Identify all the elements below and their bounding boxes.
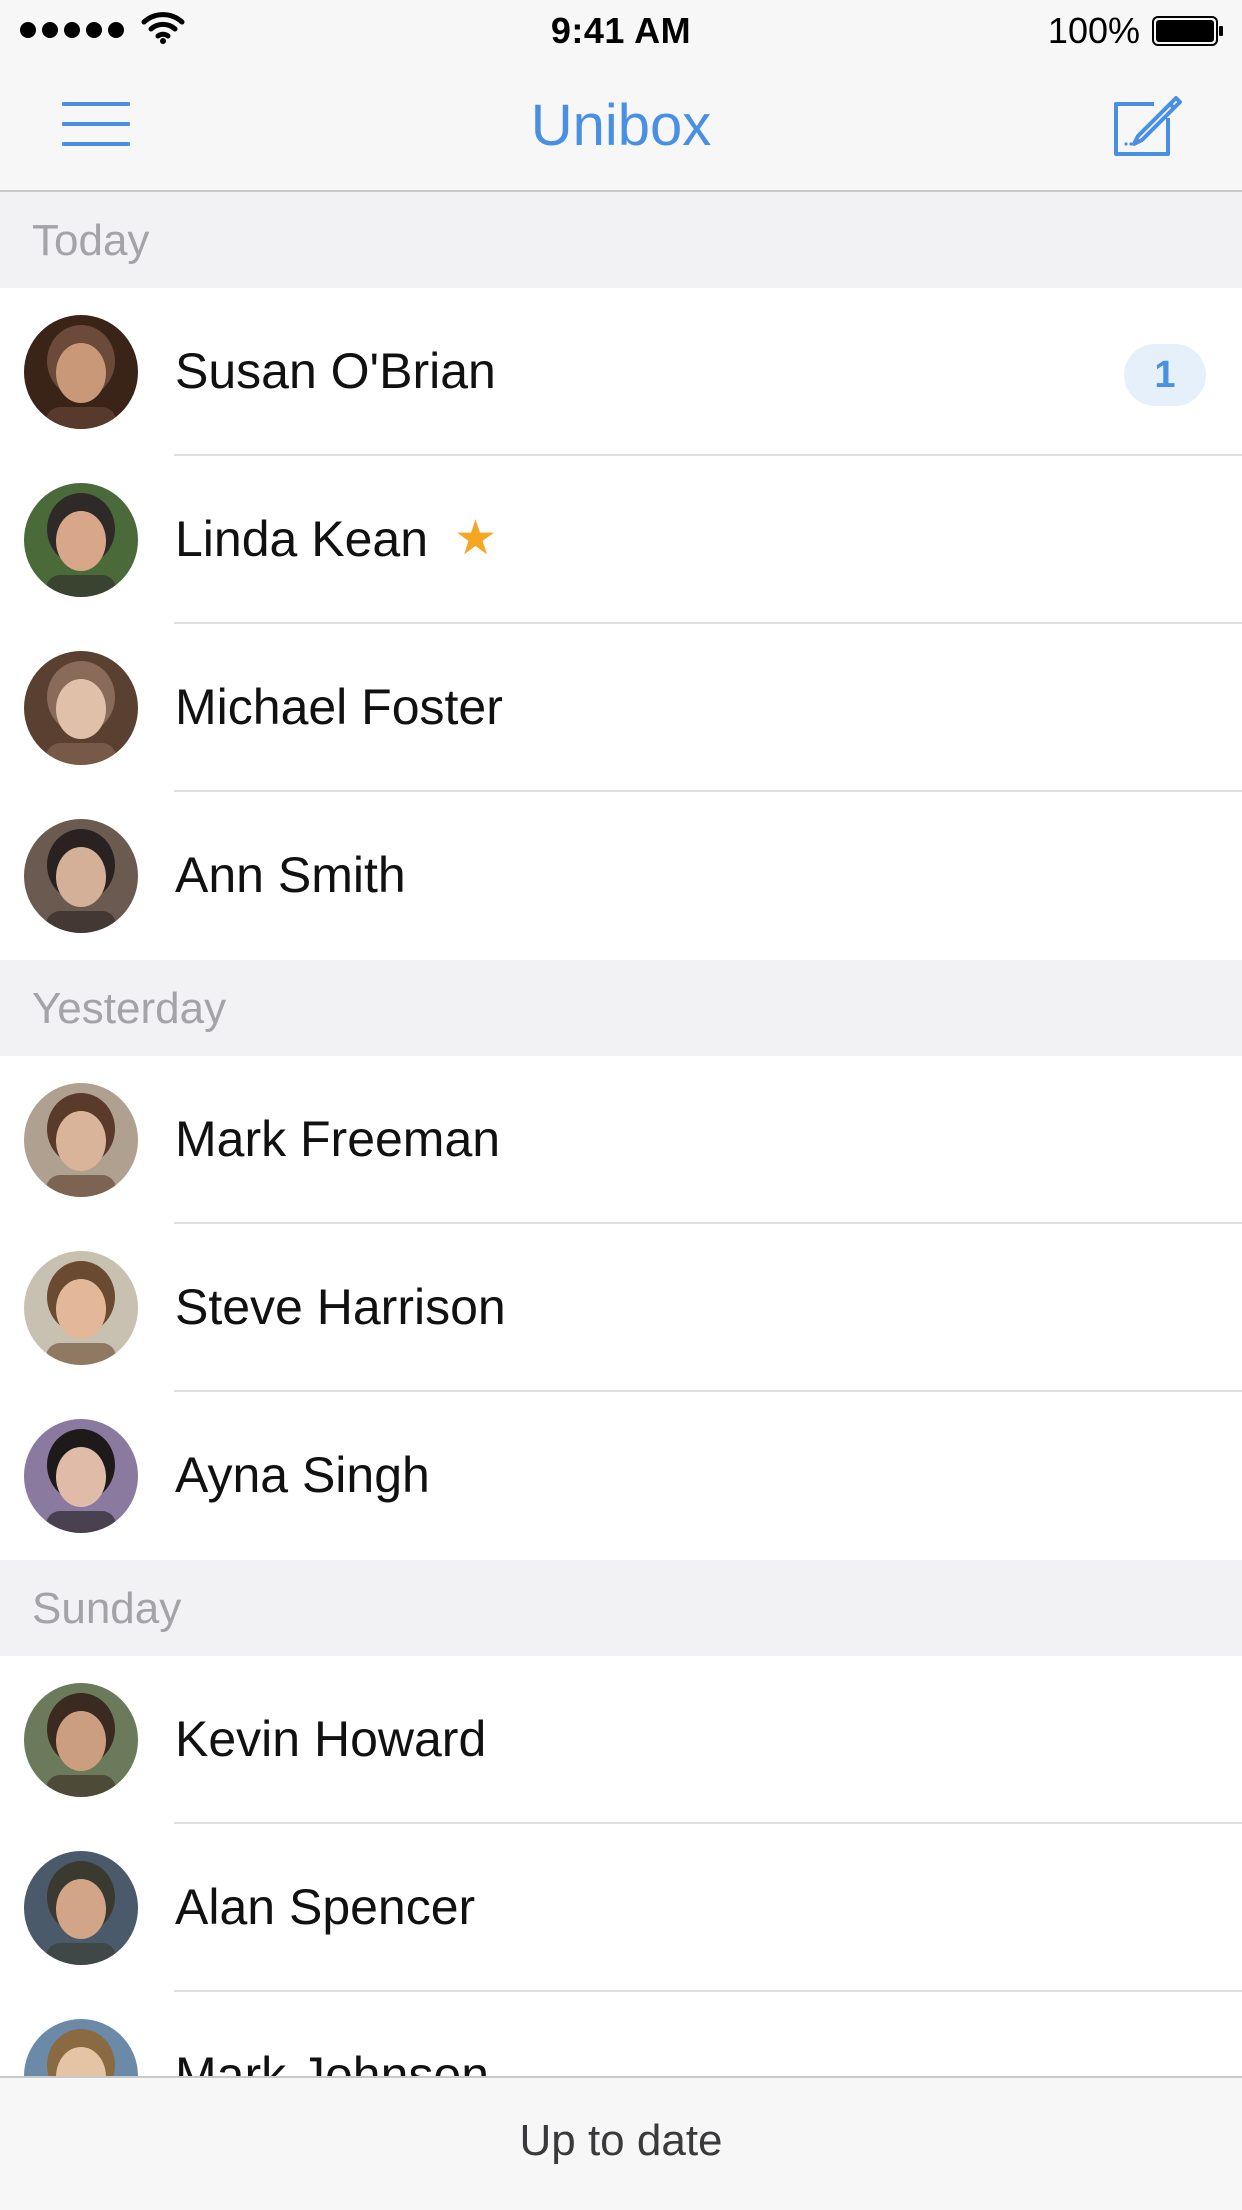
avatar [24,1419,138,1533]
conversation-row[interactable]: Alan Spencer [0,1824,1242,1992]
conversation-row[interactable]: Linda Kean ★ [0,456,1242,624]
compose-icon[interactable] [1110,92,1184,158]
contact-name-text: Kevin Howard [175,1711,487,1767]
section-header: Today [0,192,1242,288]
contact-name: Michael Foster [175,678,503,736]
conversation-list[interactable]: Today Susan O'Brian 1 Linda Kean ★ Michael Fo… [0,192,1242,2160]
contact-name: Alan Spencer [175,1878,475,1936]
conversation-row[interactable]: Ann Smith [0,792,1242,960]
avatar [24,1083,138,1197]
conversation-row[interactable]: Mark Freeman [0,1056,1242,1224]
section-header-label: Today [32,216,150,265]
battery-percentage: 100% [1047,10,1140,51]
conversation-row[interactable]: Kevin Howard [0,1656,1242,1824]
contact-name-text: Steve Harrison [175,1279,506,1335]
page-title: Unibox [530,93,712,158]
avatar [24,819,138,933]
contact-name-text: Linda Kean [175,511,429,567]
bottom-toolbar: Up to date [0,2076,1242,2210]
contact-name-text: Alan Spencer [175,1879,476,1935]
battery-icon [1152,16,1223,46]
conversation-row[interactable]: Susan O'Brian 1 [0,288,1242,456]
contact-name: Mark Freeman [175,1110,500,1168]
contact-name: Steve Harrison [175,1278,506,1336]
conversation-row[interactable]: Ayna Singh [0,1392,1242,1560]
contact-name-text: Susan O'Brian [175,343,496,399]
unread-count-badge: 1 [1124,344,1206,406]
contact-name-text: Ayna Singh [175,1447,430,1503]
contact-name-text: Michael Foster [175,679,503,735]
contact-name: Kevin Howard [175,1710,486,1768]
section-header-label: Yesterday [32,984,227,1033]
navigation-bar: Unibox [0,62,1242,192]
section-header-label: Sunday [32,1584,182,1633]
avatar [24,315,138,429]
contact-name: Ann Smith [175,846,406,904]
contact-name: Susan O'Brian [175,342,496,400]
contact-name: Ayna Singh [175,1446,430,1504]
avatar [24,651,138,765]
sync-status: Up to date [519,2116,723,2165]
contact-name-text: Ann Smith [175,847,406,903]
avatar [24,1251,138,1365]
contact-name-text: Mark Freeman [175,1111,501,1167]
contact-name: Linda Kean ★ [175,510,497,568]
star-icon: ★ [454,512,498,565]
section-header: Sunday [0,1560,1242,1656]
avatar [24,1683,138,1797]
avatar [24,1851,138,1965]
conversation-row[interactable]: Steve Harrison [0,1224,1242,1392]
conversation-row[interactable]: Michael Foster [0,624,1242,792]
avatar [24,483,138,597]
status-bar: 9:41 AM 100% [0,0,1242,62]
section-header: Yesterday [0,960,1242,1056]
